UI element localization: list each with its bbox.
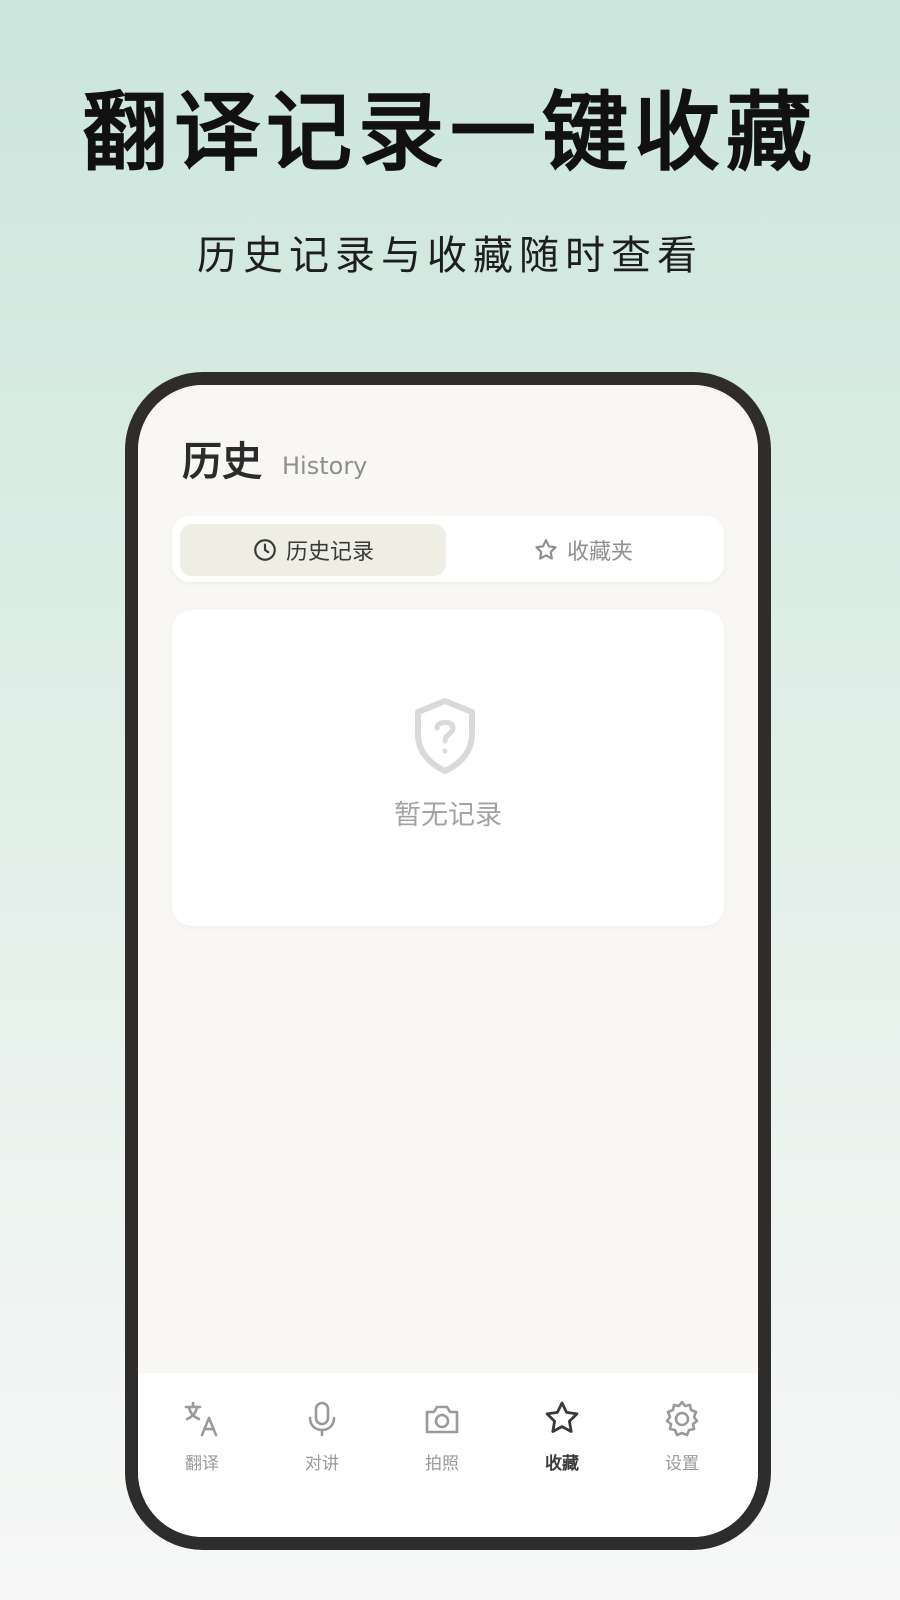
tab-history[interactable]: 历史记录 [180, 524, 446, 576]
shield-question-icon [415, 698, 475, 774]
page-subtitle: History [282, 452, 368, 480]
clock-icon [254, 539, 276, 561]
gear-icon [665, 1400, 699, 1437]
nav-item-camera[interactable]: 拍照 [380, 1373, 504, 1493]
promo-subline: 历史记录与收藏随时查看 [197, 233, 703, 279]
page-title: 历史 [182, 439, 262, 485]
nav-item-translate[interactable]: 翻译 [140, 1373, 264, 1493]
bottom-nav: 翻译 对讲 拍照 收藏 设置 [138, 1373, 758, 1537]
nav-label-favorites: 收藏 [545, 1454, 579, 1474]
empty-state-card: 暂无记录 [172, 610, 724, 926]
nav-label-camera: 拍照 [425, 1454, 459, 1474]
star-icon [535, 539, 557, 560]
empty-state-text: 暂无记录 [394, 800, 502, 831]
nav-label-settings: 设置 [665, 1454, 699, 1474]
nav-item-favorites[interactable]: 收藏 [500, 1373, 624, 1493]
camera-icon [425, 1405, 459, 1434]
nav-item-settings[interactable]: 设置 [620, 1373, 744, 1493]
app-screen: 历史 History 历史记录 收藏夹 暂无记录 翻译 对讲 拍照 收藏 设置 [138, 385, 758, 1537]
translate-icon [184, 1401, 218, 1437]
tab-favorites-label: 收藏夹 [566, 540, 633, 565]
nav-label-intercom: 对讲 [305, 1454, 339, 1474]
tab-history-label: 历史记录 [285, 540, 374, 565]
star-icon [545, 1401, 579, 1433]
nav-label-translate: 翻译 [185, 1454, 219, 1474]
phone-frame: 历史 History 历史记录 收藏夹 暂无记录 翻译 对讲 拍照 收藏 设置 [125, 372, 771, 1550]
nav-item-intercom[interactable]: 对讲 [260, 1373, 384, 1493]
microphone-icon [308, 1401, 336, 1437]
promo-headline: 翻译记录一键收藏 [82, 83, 818, 183]
history-tabbar: 历史记录 收藏夹 [172, 516, 724, 582]
tab-favorites[interactable]: 收藏夹 [450, 524, 716, 576]
